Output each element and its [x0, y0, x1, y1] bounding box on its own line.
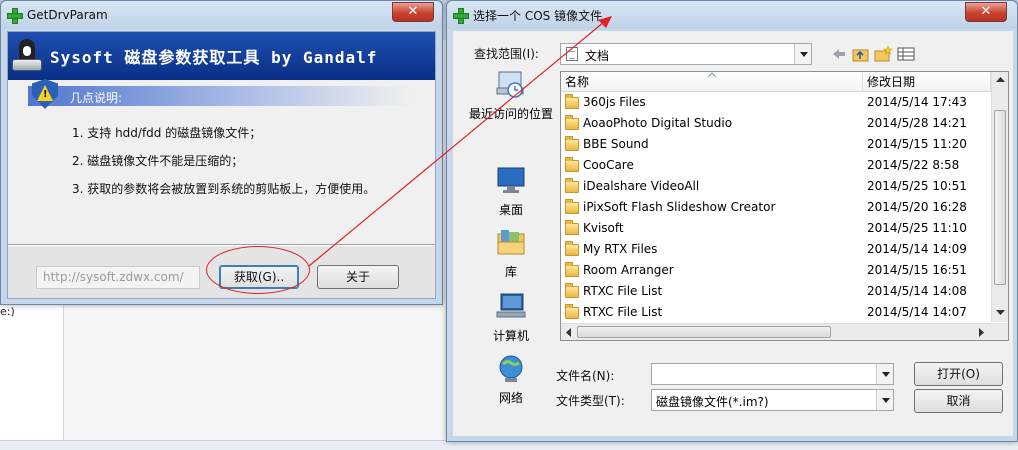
- annotation-arrow: [308, 16, 612, 267]
